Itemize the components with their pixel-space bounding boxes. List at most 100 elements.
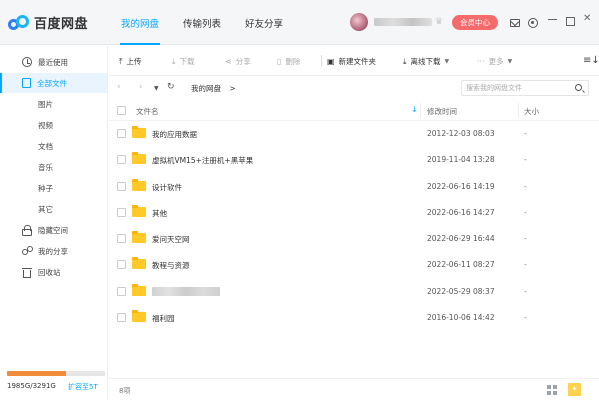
sidebar-item-videos[interactable]: 视频 [0,115,107,135]
row-checkbox[interactable] [117,286,126,296]
row-checkbox[interactable] [117,155,126,165]
back-icon[interactable]: ‹ [117,82,121,92]
close-icon[interactable]: ✕ [583,13,591,24]
chevron-down-icon: ▼ [444,58,450,65]
table-row[interactable]: 2022-05-29 08:37 - [109,279,599,305]
share-button[interactable]: ⋖ 分享 [225,56,251,67]
breadcrumb-separator: > [229,84,236,93]
new-folder-button[interactable]: ▣ 新建文件夹 [327,56,376,67]
table-row[interactable]: 设计软件 2022-06-16 14:19 - [109,174,599,200]
file-name[interactable]: 我的应用数据 [152,129,197,140]
table-row[interactable]: 其他 2022-06-16 14:27 - [109,200,599,226]
row-checkbox[interactable] [117,207,126,217]
minimize-icon[interactable] [548,19,557,20]
status-bar: 8项 ✦ [109,378,599,400]
sort-list-icon[interactable]: ≡↓ [583,55,599,66]
new-folder-icon: ▣ [327,57,335,66]
file-name[interactable]: 其他 [152,208,167,219]
refresh-icon[interactable]: ↻ [167,82,175,92]
storage-panel: 1985G/3291G 扩容至5T [0,370,108,400]
file-list: 我的应用数据 2012-12-03 08:03 - 虚拟机VM15+注册机+黑苹… [109,121,599,331]
user-area[interactable]: ♛ [350,13,443,31]
file-modified: 2019-11-04 13:28 [427,155,495,165]
share-icon [22,246,33,256]
search-icon[interactable] [575,84,582,91]
file-table-header: 文件名 ↓ 修改时间 大小 [109,100,599,121]
row-checkbox[interactable] [117,260,126,270]
upgrade-storage-link[interactable]: 扩容至5T [68,382,98,392]
sidebar-item-recycle-bin[interactable]: 回收站 [0,262,107,282]
column-header-modified[interactable]: 修改时间 [427,106,457,117]
breadcrumb: 我的网盘 > [191,83,236,94]
file-modified: 2012-12-03 08:03 [427,129,495,138]
table-row[interactable]: 爱问天空网 2022-06-29 16:44 - [109,226,599,252]
maximize-icon[interactable] [566,17,575,26]
breadcrumb-my-disk[interactable]: 我的网盘 [191,84,221,93]
sort-arrow-icon[interactable]: ↓ [411,105,418,114]
tab-friend-share[interactable]: 好友分享 [236,0,292,45]
file-size: - [524,207,527,217]
sidebar-item-torrents[interactable]: 种子 [0,178,107,198]
file-name[interactable]: 爱问天空网 [152,234,190,245]
gear-icon[interactable] [528,18,538,28]
sidebar-item-others[interactable]: 其它 [0,199,107,219]
upload-icon: ⤒ [119,56,123,66]
search-input[interactable] [462,81,567,95]
sidebar-item-my-shares[interactable]: 我的分享 [0,241,107,261]
table-row[interactable]: 教程与资源 2022-06-11 08:27 - [109,252,599,278]
file-name[interactable]: 福利园 [152,313,175,324]
row-checkbox[interactable] [117,313,126,323]
sidebar-item-documents[interactable]: 文档 [0,136,107,156]
history-dropdown-icon[interactable]: ▼ [154,85,159,92]
sidebar-item-hidden-space[interactable]: 隐藏空间 [0,220,107,240]
file-name[interactable]: 教程与资源 [152,260,190,271]
nav-tabs: 我的网盘 传输列表 好友分享 [112,0,298,45]
file-name-blurred[interactable] [152,286,220,296]
forward-icon[interactable]: › [139,82,143,92]
column-separator[interactable] [518,103,519,118]
download-button[interactable]: ⤓ 下载 [172,56,195,67]
upload-button[interactable]: ⤒ 上传 [119,56,142,67]
file-size: - [524,260,527,270]
sidebar-item-all-files[interactable]: 全部文件 [0,73,107,93]
folder-icon [132,126,146,138]
more-button[interactable]: ··· 更多 ▼ [477,56,512,67]
notice-icon[interactable]: ✦ [568,383,581,396]
row-checkbox[interactable] [117,234,126,244]
table-row[interactable]: 我的应用数据 2012-12-03 08:03 - [109,121,599,147]
file-name[interactable]: 设计软件 [152,182,182,193]
vip-center-button[interactable]: 会员中心 [452,15,498,30]
tab-transfer-list[interactable]: 传输列表 [174,0,230,45]
username-blurred [374,18,432,26]
column-separator[interactable] [420,103,421,118]
tab-my-disk[interactable]: 我的网盘 [112,0,168,45]
path-bar: ‹ › ▼ ↻ 我的网盘 > [109,77,599,99]
sidebar: 最近使用 全部文件 图片 视频 文档 音乐 种子 其它 隐藏空间 我的分享 回收… [0,46,108,400]
row-checkbox[interactable] [117,181,126,191]
file-size: - [524,155,527,165]
file-modified: 2016-10-06 14:42 [427,313,495,323]
delete-button[interactable]: ▯ 删除 [277,56,300,67]
storage-progress-bar [7,371,105,376]
sidebar-item-music[interactable]: 音乐 [0,157,107,177]
sidebar-item-recent[interactable]: 最近使用 [0,52,107,72]
file-size: - [524,286,527,296]
mail-icon[interactable] [510,19,520,27]
file-modified: 2022-06-16 14:27 [427,207,495,217]
row-checkbox[interactable] [117,129,126,138]
column-header-size[interactable]: 大小 [524,106,539,117]
table-row[interactable]: 虚拟机VM15+注册机+黑苹果 2019-11-04 13:28 - [109,147,599,173]
folder-icon [132,231,146,244]
table-row[interactable]: 福利园 2016-10-06 14:42 - [109,305,599,331]
search-box [461,80,589,96]
file-name[interactable]: 虚拟机VM15+注册机+黑苹果 [152,155,253,166]
avatar[interactable] [350,13,368,31]
offline-download-button[interactable]: ⤓ 离线下载 ▼ [403,56,449,67]
column-header-name[interactable]: 文件名 [136,106,159,117]
file-modified: 2022-06-29 16:44 [427,234,495,244]
grid-view-icon[interactable] [547,385,557,395]
select-all-checkbox[interactable] [117,106,126,115]
app-logo: 百度网盘 [8,13,88,32]
sidebar-item-images[interactable]: 图片 [0,94,107,114]
folder-icon [132,204,146,217]
